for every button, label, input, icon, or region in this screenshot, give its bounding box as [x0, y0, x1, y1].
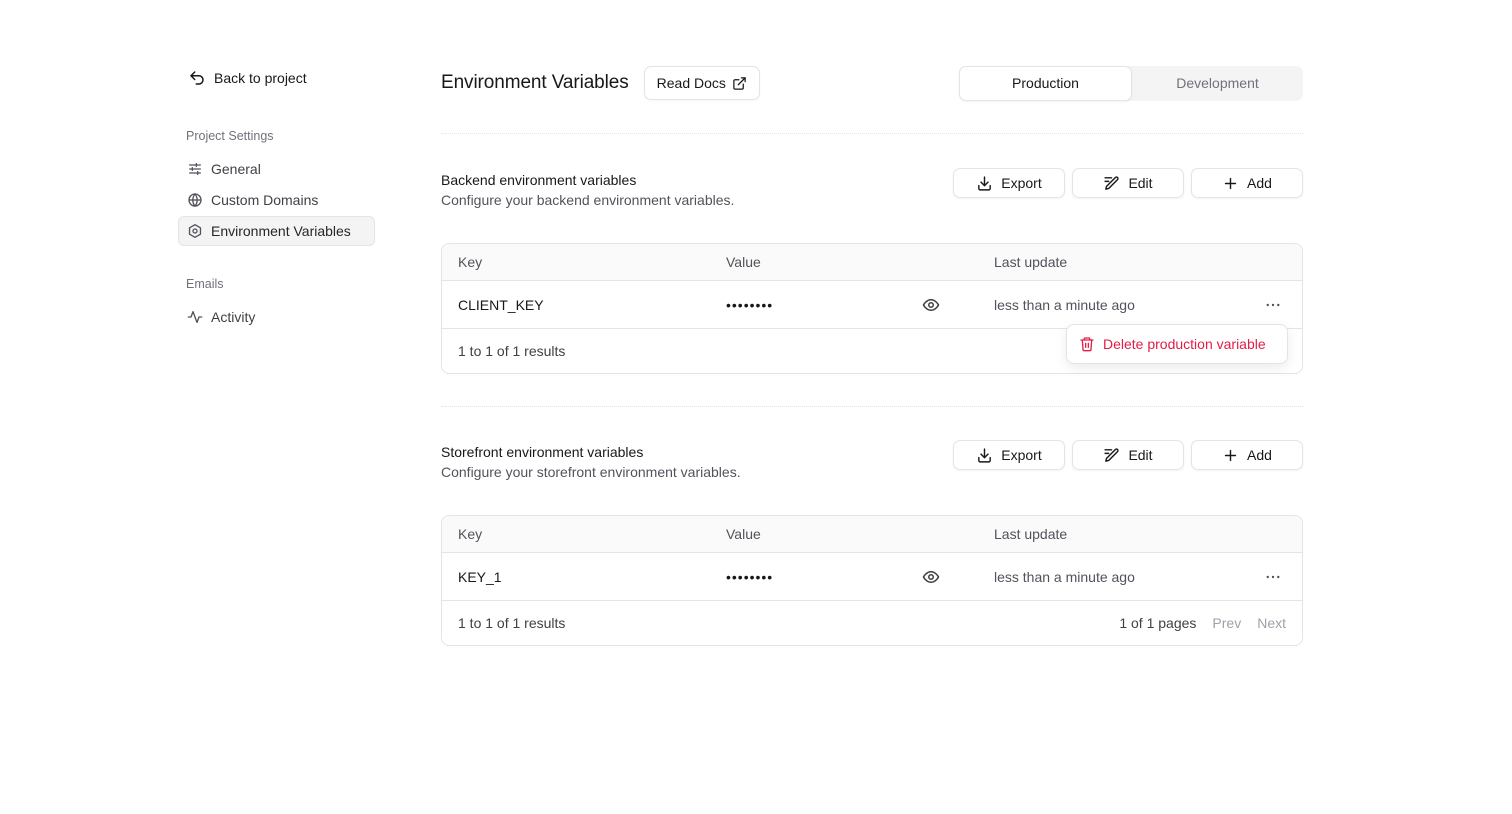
- delete-production-variable-menu-item[interactable]: Delete production variable: [1066, 324, 1288, 364]
- plus-icon: [1224, 449, 1237, 461]
- back-to-project-label: Back to project: [214, 70, 307, 86]
- plus-icon: [1224, 177, 1237, 189]
- environment-switch: Production Development: [959, 65, 1303, 101]
- results-count: 1 to 1 of 1 results: [458, 615, 566, 631]
- more-options-icon[interactable]: [1264, 296, 1282, 314]
- pencil-icon: [1104, 175, 1120, 190]
- download-icon: [978, 447, 992, 463]
- column-header-value: Value: [726, 254, 761, 270]
- read-docs-label: Read Docs: [656, 75, 726, 91]
- export-label: Export: [1001, 447, 1042, 463]
- add-label: Add: [1247, 175, 1272, 191]
- sidebar-item-label: Activity: [211, 309, 256, 325]
- eye-icon[interactable]: [922, 296, 940, 314]
- masked-value: ••••••••: [726, 568, 774, 585]
- storefront-section: Storefront environment variables Configu…: [441, 440, 1303, 646]
- back-to-project-link[interactable]: Back to project: [178, 62, 375, 94]
- add-label: Add: [1247, 447, 1272, 463]
- storefront-section-title: Storefront environment variables: [441, 444, 644, 460]
- tab-development[interactable]: Development: [1132, 66, 1303, 101]
- edit-label: Edit: [1128, 447, 1153, 463]
- last-update-text: less than a minute ago: [994, 568, 1135, 585]
- backend-section-title: Backend environment variables: [441, 172, 637, 188]
- edit-label: Edit: [1128, 175, 1153, 191]
- external-link-icon: [733, 76, 746, 90]
- pagination: 1 of 1 pages Prev Next: [1119, 615, 1286, 631]
- page-header: Environment Variables Read Docs Producti…: [441, 65, 1303, 101]
- column-header-key: Key: [458, 254, 483, 270]
- backend-actions: Export Edit Add: [953, 168, 1303, 198]
- divider: [441, 406, 1303, 407]
- table-header: Key Value Last update: [442, 244, 1302, 281]
- undo-arrow-icon: [190, 71, 204, 85]
- storefront-add-button[interactable]: Add: [1191, 440, 1303, 470]
- backend-edit-button[interactable]: Edit: [1072, 168, 1184, 198]
- storefront-edit-button[interactable]: Edit: [1072, 440, 1184, 470]
- sidebar-item-label: Environment Variables: [211, 223, 351, 239]
- trash-icon: [1080, 337, 1094, 352]
- variable-key: CLIENT_KEY: [458, 296, 544, 313]
- eye-icon[interactable]: [922, 568, 940, 586]
- variable-key: KEY_1: [458, 568, 502, 585]
- column-header-last-update: Last update: [994, 254, 1068, 270]
- project-settings-heading: Project Settings: [186, 129, 274, 143]
- activity-icon: [187, 311, 203, 323]
- storefront-actions: Export Edit Add: [953, 440, 1303, 470]
- column-header-key: Key: [458, 526, 483, 542]
- sidebar-item-label: General: [211, 161, 261, 177]
- storefront-variables-table: Key Value Last update KEY_1 •••••••• les…: [441, 515, 1303, 646]
- pencil-icon: [1104, 447, 1120, 462]
- page-title: Environment Variables: [441, 72, 629, 93]
- storefront-section-description: Configure your storefront environment va…: [441, 464, 741, 480]
- backend-section-description: Configure your backend environment varia…: [441, 192, 735, 208]
- tab-production[interactable]: Production: [959, 65, 1132, 101]
- table-row[interactable]: KEY_1 •••••••• less than a minute ago: [442, 553, 1302, 601]
- delete-production-variable-label: Delete production variable: [1103, 336, 1266, 352]
- read-docs-button[interactable]: Read Docs: [643, 66, 760, 100]
- export-label: Export: [1001, 175, 1042, 191]
- column-header-value: Value: [726, 526, 761, 542]
- backend-export-button[interactable]: Export: [953, 168, 1065, 198]
- table-footer: 1 to 1 of 1 results 1 of 1 pages Prev Ne…: [442, 601, 1302, 645]
- sliders-icon: [189, 163, 201, 175]
- sidebar-item-environment-variables[interactable]: Environment Variables: [178, 216, 375, 246]
- table-header: Key Value Last update: [442, 516, 1302, 553]
- results-count: 1 to 1 of 1 results: [458, 343, 566, 359]
- prev-page-button[interactable]: Prev: [1212, 615, 1241, 631]
- sidebar-item-label: Custom Domains: [211, 192, 319, 208]
- masked-value: ••••••••: [726, 296, 774, 313]
- more-options-icon[interactable]: [1264, 568, 1282, 586]
- globe-icon: [188, 192, 202, 208]
- storefront-export-button[interactable]: Export: [953, 440, 1065, 470]
- column-header-last-update: Last update: [994, 526, 1068, 542]
- download-icon: [978, 175, 992, 191]
- table-row[interactable]: CLIENT_KEY •••••••• less than a minute a…: [442, 281, 1302, 329]
- sidebar: Back to project Project Settings General…: [178, 62, 375, 332]
- next-page-button[interactable]: Next: [1257, 615, 1286, 631]
- sidebar-item-custom-domains[interactable]: Custom Domains: [178, 185, 375, 215]
- page-info: 1 of 1 pages: [1119, 615, 1197, 631]
- last-update-text: less than a minute ago: [994, 296, 1135, 313]
- divider: [441, 133, 1303, 134]
- sidebar-item-activity[interactable]: Activity: [178, 302, 375, 332]
- emails-heading: Emails: [186, 277, 224, 291]
- sidebar-item-general[interactable]: General: [178, 154, 375, 184]
- gear-icon: [188, 224, 202, 238]
- backend-add-button[interactable]: Add: [1191, 168, 1303, 198]
